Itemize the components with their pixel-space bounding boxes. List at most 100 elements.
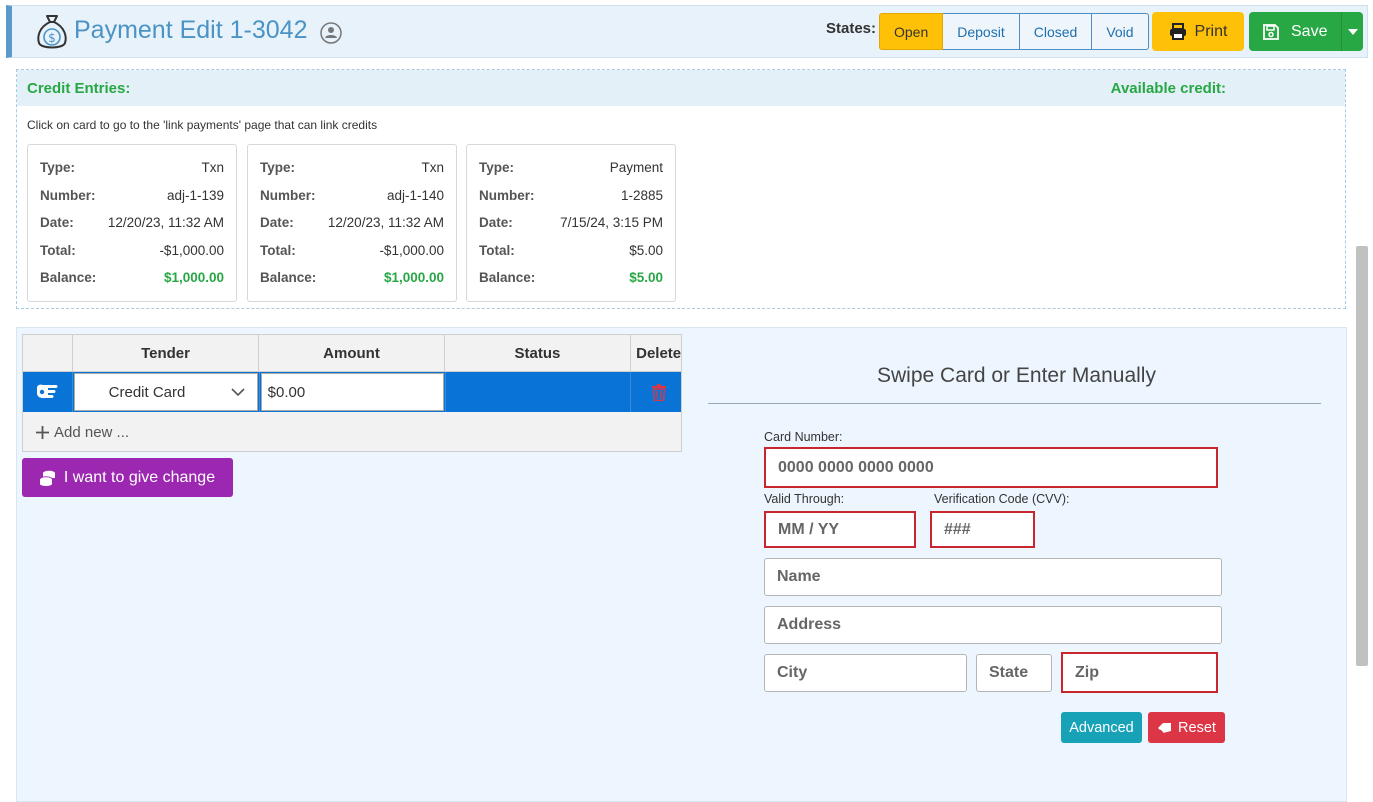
type-value: Payment [609,160,663,176]
svg-text:$: $ [48,31,56,45]
total-label: Total: [260,242,296,258]
reset-button[interactable]: Reset [1148,712,1225,743]
eraser-icon [1158,722,1172,733]
valid-through-label: Valid Through: [764,492,845,506]
number-value: adj-1-139 [166,187,224,203]
reset-label: Reset [1178,719,1216,736]
print-label: Print [1194,22,1228,40]
tender-select-value: Credit Card [108,383,186,401]
total-label: Total: [479,242,515,258]
state-open-button[interactable]: Open [879,13,944,50]
type-value: Txn [201,160,224,176]
tender-table: Tender Amount Status Delete Credit Card [22,334,682,452]
states-label: States: [826,20,877,37]
total-label: Total: [40,242,76,258]
save-label: Save [1291,22,1328,40]
credit-entries-header: Credit Entries: Available credit: [17,70,1345,106]
credit-entries-panel: Credit Entries: Available credit: Click … [16,69,1346,309]
cvv-label: Verification Code (CVV): [934,492,1070,506]
save-dropdown-toggle[interactable] [1341,12,1363,51]
number-label: Number: [40,187,96,203]
date-value: 12/20/23, 11:32 AM [327,215,444,231]
state-deposit-button[interactable]: Deposit [943,13,1020,50]
credit-card-entry[interactable]: Type: Txn Number: adj-1-140 Date: 12/20/23,… [247,144,457,302]
state-closed-button[interactable]: Closed [1019,13,1093,50]
city-input[interactable]: City [764,654,967,692]
balance-label: Balance: [479,270,536,286]
card-form-title: Swipe Card or Enter Manually [877,364,1156,387]
card-number-label: Card Number: [764,430,843,444]
credit-card-entry[interactable]: Type: Payment Number: 1-2885 Date: 7/15/24,… [466,144,676,302]
date-label: Date: [479,215,513,231]
chevron-down-icon [231,388,245,396]
divider [708,403,1321,404]
type-label: Type: [479,160,515,176]
credit-entries-title: Credit Entries: [27,79,131,97]
tender-select[interactable]: Credit Card [73,373,258,411]
amount-column-header[interactable]: Amount [259,335,445,371]
trash-icon[interactable] [651,383,666,401]
name-input[interactable]: Name [764,558,1222,596]
row-selector-cell[interactable] [23,372,73,412]
date-label: Date: [260,215,294,231]
printer-icon [1169,23,1186,40]
row-handle-header [23,335,73,371]
date-value: 12/20/23, 11:32 AM [107,215,224,231]
page-scrollbar[interactable] [1356,246,1368,666]
delete-column-header[interactable]: Delete [631,335,681,371]
type-label: Type: [260,160,296,176]
give-change-button[interactable]: I want to give change [22,458,233,497]
address-input[interactable]: Address [764,606,1222,644]
floppy-disk-icon [1263,23,1279,40]
date-label: Date: [40,215,74,231]
balance-label: Balance: [40,270,97,286]
tender-column-header[interactable]: Tender [73,335,260,371]
tender-table-header: Tender Amount Status Delete [23,335,681,372]
cvv-input[interactable]: ### [930,511,1035,548]
available-credit-label: Available credit: [1110,79,1226,97]
type-value: Txn [421,160,444,176]
date-value: 7/15/24, 3:15 PM [560,215,663,231]
total-value: -$1,000.00 [379,242,444,258]
state-void-button[interactable]: Void [1092,13,1149,50]
number-value: adj-1-140 [386,187,444,203]
payment-panel: Tender Amount Status Delete Credit Card [16,327,1347,802]
balance-value: $5.00 [629,270,663,286]
coins-icon [39,470,55,486]
number-value: 1-2885 [620,187,663,203]
pointing-hand-icon [37,384,58,398]
credit-card-entry[interactable]: Type: Txn Number: adj-1-139 Date: 12/20/23,… [27,144,237,302]
plus-icon [36,425,49,439]
money-bag-icon: $ [37,15,67,49]
total-value: -$1,000.00 [159,242,224,258]
state-input[interactable]: State [976,654,1052,692]
credit-hint-text: Click on card to go to the 'link payment… [27,118,378,132]
give-change-label: I want to give change [63,468,216,486]
number-label: Number: [479,187,535,203]
states-button-group: Open Deposit Closed Void [879,13,1149,50]
save-button[interactable]: Save [1249,12,1341,51]
amount-input[interactable]: $0.00 [260,373,444,411]
add-new-label: Add new ... [54,423,130,441]
save-button-group: Save [1249,12,1363,51]
expiry-input[interactable]: MM / YY [764,511,916,548]
balance-value: $1,000.00 [163,270,224,286]
page-title: Payment Edit 1-3042 [74,16,308,44]
user-info-icon[interactable] [320,22,342,44]
type-label: Type: [40,160,76,176]
advanced-button[interactable]: Advanced [1061,712,1142,743]
table-row[interactable]: Credit Card $0.00 [23,372,681,412]
status-cell [446,372,632,412]
page-header: $ Payment Edit 1-3042 States: Open Depos… [6,5,1368,58]
zip-input[interactable]: Zip [1061,652,1218,693]
card-number-input[interactable]: 0000 0000 0000 0000 [764,447,1218,488]
delete-cell [631,372,681,412]
balance-label: Balance: [260,270,317,286]
balance-value: $1,000.00 [383,270,444,286]
amount-cell: $0.00 [260,372,446,412]
status-column-header[interactable]: Status [445,335,632,371]
print-button[interactable]: Print [1152,12,1244,51]
total-value: $5.00 [629,242,663,258]
caret-down-icon [1347,28,1358,35]
add-new-button[interactable]: Add new ... [23,412,681,451]
